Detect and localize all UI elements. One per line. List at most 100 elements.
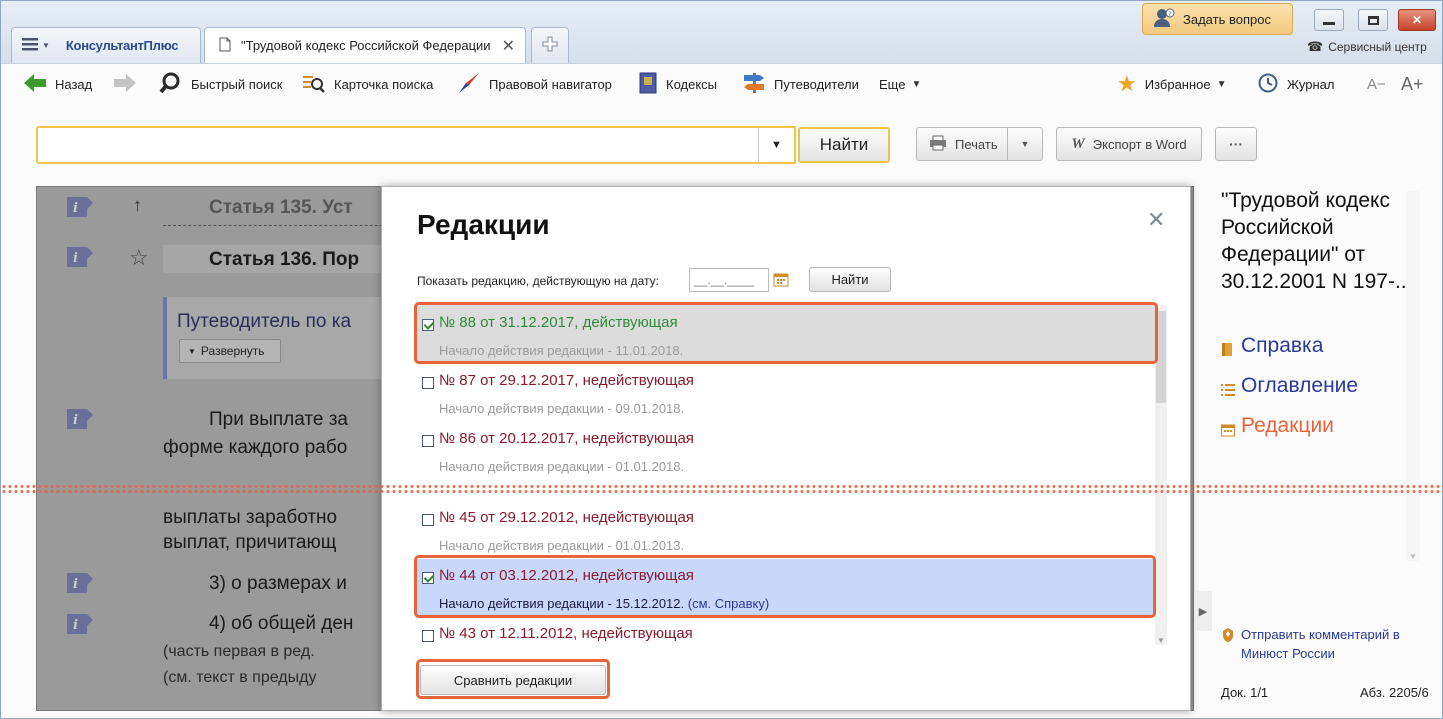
sidebar-link-label: Оглавление — [1241, 374, 1359, 397]
font-bigger-button[interactable]: A+ — [1401, 74, 1424, 94]
info-note-icon[interactable]: i — [67, 409, 93, 429]
sidebar-link-reference[interactable]: Справка — [1221, 334, 1323, 358]
quick-search-button[interactable]: Быстрый поиск — [159, 72, 283, 94]
info-note-icon[interactable]: i — [67, 247, 93, 267]
sidebar-scrollbar[interactable]: ▼ — [1406, 191, 1420, 561]
forward-button[interactable] — [113, 73, 145, 94]
more-label: Еще — [879, 76, 906, 92]
edition-item-86[interactable]: № 86 от 20.12.2017, недействующая Начало… — [417, 422, 1155, 480]
chevron-down-icon: ▼ — [188, 346, 196, 356]
more-menu-button[interactable]: Еще ▼ — [879, 74, 921, 94]
highlight-selected-edition — [414, 555, 1156, 618]
arrow-up-icon[interactable]: ↑ — [133, 195, 142, 216]
sidebar-doc-title: "Трудовой кодекс Российской Федерации" о… — [1221, 187, 1433, 295]
edition-item-45[interactable]: № 45 от 29.12.2012, недействующая Начало… — [417, 501, 1155, 559]
arrow-left-icon — [23, 73, 47, 96]
paragraph-counter: Абз. 2205/6 — [1360, 685, 1429, 700]
back-button[interactable]: Назад — [23, 73, 92, 96]
find-button[interactable]: Найти — [798, 127, 890, 163]
feedback-link[interactable]: Отправить комментарий в Минюст России — [1221, 625, 1400, 663]
legal-navigator-button[interactable]: Правовой навигатор — [457, 72, 612, 97]
search-input[interactable] — [38, 128, 758, 162]
info-note-icon[interactable]: i — [67, 197, 93, 217]
paragraph-line: выплат, причитающ — [163, 532, 337, 553]
expand-button[interactable]: ▼ Развернуть — [179, 339, 281, 363]
paragraph-note: (часть первая в ред. — [163, 643, 315, 660]
service-center-link[interactable]: ☎ Сервисный центр — [1307, 39, 1427, 55]
search-card-icon — [302, 73, 326, 96]
hamburger-icon[interactable] — [22, 37, 40, 54]
doc-title-line: "Трудовой кодекс — [1221, 189, 1390, 212]
guide-block-title[interactable]: Путеводитель по ка — [177, 311, 351, 333]
svg-text:i: i — [73, 618, 78, 633]
favorites-label: Избранное — [1144, 76, 1211, 92]
paragraph-line: 4) об общей ден — [209, 613, 354, 634]
print-label: Печать — [955, 136, 998, 152]
quick-search-label: Быстрый поиск — [191, 76, 283, 92]
cut-gap — [1, 489, 1443, 490]
edition-checkbox[interactable] — [422, 630, 434, 642]
caret-down-icon: ▼ — [1020, 139, 1030, 149]
date-input[interactable] — [689, 268, 769, 292]
edition-subtitle: Начало действия редакции - 01.01.2018. — [439, 459, 685, 474]
calendar-icon[interactable] — [773, 271, 789, 290]
minimize-icon — [1323, 21, 1335, 25]
print-button[interactable]: Печать — [916, 127, 1008, 161]
scroll-down-icon[interactable]: ▼ — [1157, 636, 1165, 645]
star-icon: ★ — [1117, 71, 1137, 96]
export-word-button[interactable]: W Экспорт в Word — [1056, 127, 1202, 161]
svg-text:i: i — [73, 251, 78, 266]
minimize-button[interactable] — [1314, 9, 1344, 31]
close-dialog-icon[interactable]: ✕ — [1147, 207, 1165, 233]
new-tab-button[interactable] — [531, 27, 569, 63]
support-person-icon: ? — [1153, 8, 1175, 31]
favorites-button[interactable]: ★ Избранное ▼ — [1117, 71, 1227, 96]
edition-checkbox[interactable] — [422, 377, 434, 389]
scroll-down-icon[interactable]: ▼ — [1409, 552, 1417, 561]
print-options-dropdown[interactable]: ▼ — [1007, 127, 1043, 161]
date-find-button[interactable]: Найти — [809, 267, 891, 292]
sidebar-link-contents[interactable]: Оглавление — [1221, 374, 1358, 398]
chevron-right-icon: ▶ — [1198, 605, 1208, 618]
search-card-button[interactable]: Карточка поиска — [302, 74, 433, 94]
edition-item-87[interactable]: № 87 от 29.12.2017, недействующая Начало… — [417, 364, 1155, 422]
info-note-icon[interactable]: i — [67, 573, 93, 593]
star-outline-icon[interactable]: ☆ — [129, 245, 149, 271]
edition-subtitle: Начало действия редакции - 01.01.2013. — [439, 538, 685, 553]
guides-button[interactable]: Путеводители — [742, 72, 859, 94]
doc-tab-label: "Трудовой кодекс Российской Федерации — [241, 38, 491, 53]
close-window-button[interactable]: ✕ — [1398, 9, 1436, 31]
paragraph-line: выплаты заработно — [163, 507, 338, 528]
edition-checkbox[interactable] — [422, 435, 434, 447]
compass-icon — [457, 72, 481, 97]
search-history-dropdown[interactable]: ▼ — [758, 126, 796, 164]
expand-label: Развернуть — [200, 344, 265, 358]
edition-checkbox[interactable] — [422, 514, 434, 526]
svg-text:i: i — [73, 413, 78, 428]
main-toolbar: Назад Быстрый поиск Карточка поиска Прав… — [1, 63, 1442, 103]
maximize-button[interactable] — [1358, 9, 1388, 31]
font-smaller-button[interactable]: A− — [1367, 74, 1386, 94]
sidebar-link-editions[interactable]: Редакции — [1221, 414, 1334, 438]
ask-question-button[interactable]: ? Задать вопрос — [1142, 3, 1293, 35]
edition-subtitle: Начало действия редакции - 09.01.2018. — [439, 401, 685, 416]
doc-tab[interactable]: "Трудовой кодекс Российской Федерации ✕ — [204, 27, 526, 63]
info-note-icon[interactable]: i — [67, 614, 93, 634]
journal-button[interactable]: Журнал — [1257, 72, 1335, 97]
codes-button[interactable]: Кодексы — [638, 72, 717, 94]
more-actions-button[interactable]: ··· — [1215, 127, 1257, 161]
guides-label: Путеводители — [774, 76, 859, 92]
sidebar-toggle-button[interactable]: ▶ — [1194, 591, 1212, 631]
journal-label: Журнал — [1287, 76, 1335, 92]
clock-history-icon — [1257, 72, 1279, 97]
edition-item-43[interactable]: № 43 от 12.11.2012, недействующая — [417, 617, 1155, 645]
close-icon: ✕ — [1411, 13, 1423, 27]
chevron-down-icon: ▼ — [911, 78, 922, 90]
close-tab-icon[interactable]: ✕ — [502, 36, 515, 56]
book-icon — [1221, 339, 1233, 356]
font-bigger-label: A+ — [1401, 73, 1424, 94]
highlight-current-edition — [414, 302, 1158, 364]
app-tab[interactable]: ▼ КонсультантПлюс — [11, 27, 201, 63]
font-smaller-label: A− — [1367, 75, 1386, 93]
caret-down-icon: ▼ — [771, 139, 782, 151]
